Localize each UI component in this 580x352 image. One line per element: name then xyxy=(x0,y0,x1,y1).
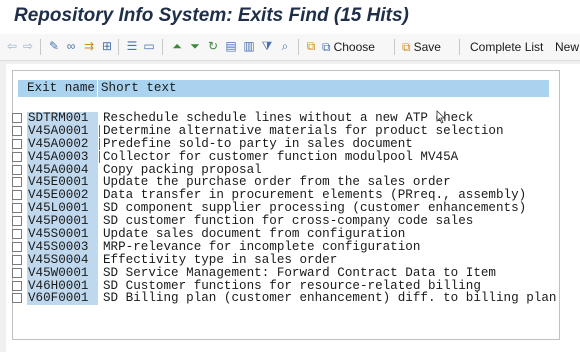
list-row[interactable]: V45W0001 SD Service Management: Forward C… xyxy=(12,265,552,280)
find-icon[interactable]: ⌕ xyxy=(278,39,292,53)
where-used-icon[interactable]: ∞ xyxy=(64,39,78,53)
short-text-cell: Collector for customer function modulpoo… xyxy=(103,149,459,164)
row-checkbox[interactable] xyxy=(12,164,22,175)
row-checkbox[interactable] xyxy=(12,113,22,123)
short-text-cell: Update sales document from configuration xyxy=(103,227,406,242)
toolbar-separator xyxy=(162,39,163,55)
list-row[interactable]: V45A0002 Predefine sold-to party in sales… xyxy=(12,136,552,151)
choose-button[interactable]: ⧉ Choose xyxy=(322,39,375,55)
exit-name-cell[interactable]: V45A0001 xyxy=(27,124,98,138)
short-text-cell: Reschedule schedule lines without a new … xyxy=(103,111,474,125)
exit-name-cell[interactable]: V45S0001 xyxy=(27,228,98,241)
complete-list-button[interactable]: Complete List xyxy=(470,39,543,55)
back-arrow-icon[interactable]: ⇦ xyxy=(6,39,18,53)
short-text-cell: Determine alternative materials for prod… xyxy=(103,123,504,138)
hierarchy-icon[interactable]: ⊞ xyxy=(100,39,114,53)
forward-arrow-icon[interactable]: ⇨ xyxy=(22,39,34,53)
row-checkbox[interactable] xyxy=(12,267,22,278)
toolbar-separator xyxy=(459,39,460,55)
row-checkbox[interactable] xyxy=(12,216,22,227)
list-row[interactable]: V45S0001 Update sales document from confi… xyxy=(12,228,552,241)
save-button[interactable]: ⧉ Save xyxy=(402,39,441,55)
application-toolbar: ⇦ ⇨ ✎ ∞ ⇉ ⊞ ☰ ▭ ⏶ ⏷ ↻ ▤ ▥ ⧩ ⌕ ⧉ ⧉ Choose … xyxy=(0,34,580,61)
window-icon[interactable]: ▭ xyxy=(142,39,156,53)
row-checkbox[interactable] xyxy=(12,241,22,252)
exit-name-cell[interactable]: SDTRM001 xyxy=(27,112,98,125)
title-bar: Repository Info System: Exits Find (15 H… xyxy=(0,0,580,34)
sort-ascending-icon[interactable]: ⏶ xyxy=(170,39,184,53)
short-text-cell: Effectivity type in sales order xyxy=(103,252,338,267)
toolbar-separator xyxy=(394,39,395,55)
copy-icon[interactable]: ⧉ xyxy=(304,39,318,53)
row-checkbox[interactable] xyxy=(12,203,22,214)
selection-marker xyxy=(99,124,100,137)
row-checkbox[interactable] xyxy=(12,280,22,291)
window-title: Repository Info System: Exits Find (15 H… xyxy=(14,5,409,26)
exit-name-cell[interactable]: V45S0004 xyxy=(27,253,98,267)
list-row[interactable]: V45A0003 Collector for customer function … xyxy=(12,149,552,164)
short-text-cell: Predefine sold-to party in sales documen… xyxy=(103,136,413,151)
short-text-cell: MRP-relevance for incomplete configurati… xyxy=(103,239,421,254)
transport-icon[interactable]: ⇉ xyxy=(82,39,96,53)
selection-marker xyxy=(99,137,100,150)
list-row[interactable]: V60F0001 SD Billing plan (customer enhanc… xyxy=(12,292,556,306)
save-label: Save xyxy=(413,40,441,54)
new-button[interactable]: New xyxy=(555,39,579,55)
row-checkbox[interactable] xyxy=(12,125,22,136)
selection-marker xyxy=(99,150,100,163)
column-header-short-text[interactable]: Short text xyxy=(101,80,177,97)
exit-name-cell[interactable]: V60F0001 xyxy=(27,292,98,306)
exit-list: SDTRM001 Reschedule schedule lines withou… xyxy=(12,112,556,306)
choose-label: Choose xyxy=(333,40,375,54)
export-icon[interactable]: ▤ xyxy=(224,39,238,53)
exit-name-cell[interactable]: V45S0003 xyxy=(27,241,98,254)
row-checkbox[interactable] xyxy=(12,177,22,188)
save-icon: ⧉ xyxy=(402,40,411,54)
sort-descending-icon[interactable]: ⏷ xyxy=(188,39,202,53)
exit-name-cell[interactable]: V45A0002 xyxy=(27,137,98,151)
list-row[interactable]: V45A0001 Determine alternative materials … xyxy=(12,123,552,138)
row-checkbox[interactable] xyxy=(12,229,22,240)
edit-pencil-icon[interactable]: ✎ xyxy=(48,39,60,53)
exit-name-cell[interactable]: V45W0001 xyxy=(27,266,98,280)
exit-name-cell[interactable]: V45A0003 xyxy=(27,150,98,164)
toolbar-separator xyxy=(118,39,119,55)
short-text-cell: SD Billing plan (customer enhancement) d… xyxy=(103,291,557,306)
list-header: Exit name Short text xyxy=(18,80,549,97)
filter-icon[interactable]: ⧩ xyxy=(260,39,274,53)
row-checkbox[interactable] xyxy=(12,293,22,304)
mouse-cursor-icon xyxy=(436,110,446,124)
toolbar-separator xyxy=(298,39,299,55)
export2-icon[interactable]: ▥ xyxy=(242,39,256,53)
list-row[interactable]: V45S0004 Effectivity type in sales order xyxy=(12,252,552,267)
refresh-icon[interactable]: ↻ xyxy=(206,39,220,53)
row-checkbox[interactable] xyxy=(12,254,22,265)
toolbar-separator xyxy=(40,39,41,55)
row-checkbox[interactable] xyxy=(12,151,22,162)
list-row[interactable]: V45S0003 MRP-relevance for incomplete con… xyxy=(12,241,552,254)
row-checkbox[interactable] xyxy=(12,138,22,149)
row-checkbox[interactable] xyxy=(12,190,22,201)
choose-icon: ⧉ xyxy=(322,40,331,54)
column-header-exit-name[interactable]: Exit name xyxy=(18,80,98,97)
short-text-cell: SD Service Management: Forward Contract … xyxy=(103,265,496,280)
list-row[interactable]: SDTRM001 Reschedule schedule lines withou… xyxy=(12,112,552,125)
list-icon[interactable]: ☰ xyxy=(125,39,139,53)
